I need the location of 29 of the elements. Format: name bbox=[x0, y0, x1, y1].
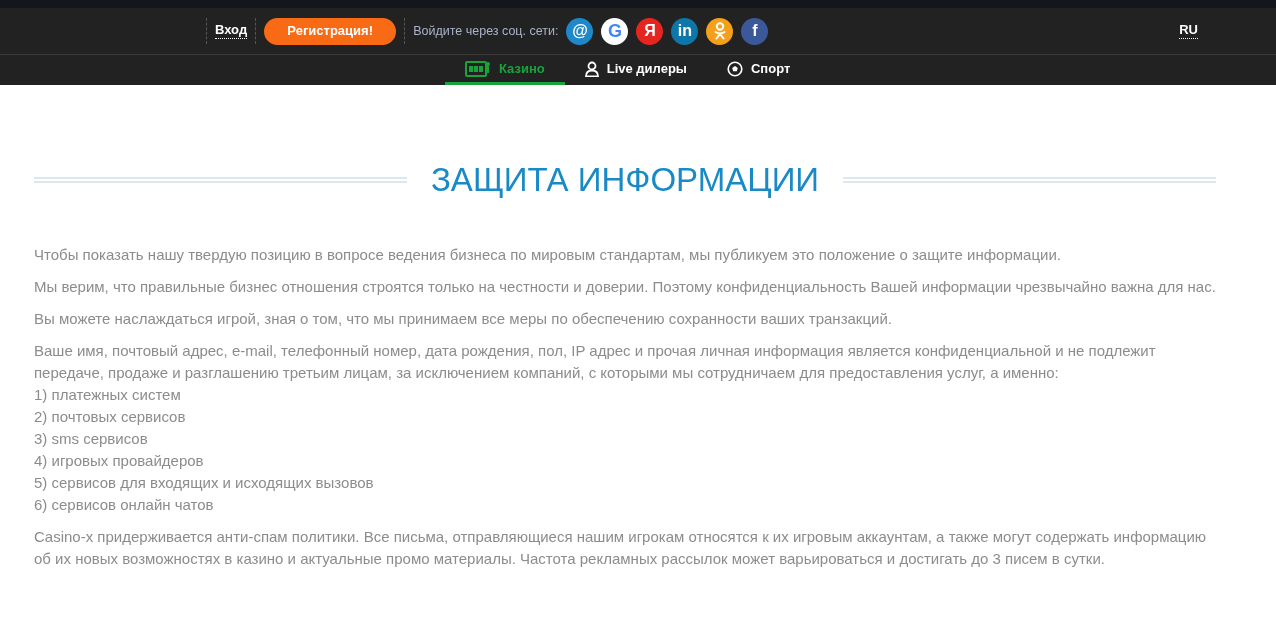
ball-icon bbox=[726, 60, 743, 77]
language-link[interactable]: RU bbox=[1179, 23, 1198, 39]
nav-tab[interactable]: Казино bbox=[445, 55, 565, 85]
social-login-button[interactable] bbox=[706, 17, 734, 45]
person-icon bbox=[713, 22, 726, 40]
social-login-button[interactable]: @ bbox=[566, 17, 594, 45]
paragraph: Casino-x придерживается анти-спам политики. Все письма, отправляющиеся нашим игрокам относятся к их игровым аккаунтам, а также могут содержать информацию об их новых возможностях в казино и актуальные промо материалы. Частота рекламных рассылок может варьироваться и достигать до 3 писем в сутки. bbox=[34, 527, 1208, 569]
slot-machine-icon bbox=[465, 60, 491, 77]
social-login-label: Войдите через соц. сети: bbox=[413, 22, 559, 40]
social-login-button[interactable]: f bbox=[741, 17, 769, 45]
person-icon bbox=[584, 60, 599, 77]
paragraph: Ваше имя, почтовый адрес, e-mail, телефонный номер, дата рождения, пол, IP адрес и прочая личная информация является конфиденциальной и не подлежит передаче, продаже и разглашению третьим лицам, за исключением компаний, с которыми мы сотрудничаем для предоставления услуг, а именно: bbox=[34, 341, 1157, 383]
login-link[interactable]: Вход bbox=[215, 23, 248, 39]
list-item: 3) sms сервисов bbox=[34, 429, 149, 449]
social-login-button[interactable]: Я bbox=[636, 17, 664, 45]
paragraph: Чтобы показать нашу твердую позицию в вопросе ведения бизнеса по мировым стандартам, мы публикуем это положение о защите информации. bbox=[34, 245, 1062, 265]
list-item: 2) почтовых сервисов bbox=[34, 407, 187, 427]
list-item: 4) игровых провайдеров bbox=[34, 451, 205, 471]
nav-tab[interactable]: Live дилеры bbox=[564, 55, 707, 85]
social-login-button[interactable]: G bbox=[601, 17, 629, 45]
list-item: 1) платежных систем bbox=[34, 385, 182, 405]
paragraph: Мы верим, что правильные бизнес отношения строятся только на честности и доверии. Поэтому конфиденциальность Вашей информации чрезвычайно важна для нас. bbox=[34, 277, 1216, 297]
social-login-button[interactable]: in bbox=[671, 17, 699, 45]
page-title: ЗАЩИТА ИНФОРМАЦИИ bbox=[430, 163, 820, 196]
list-item: 5) сервисов для входящих и исходящих вызовов bbox=[34, 473, 375, 493]
nav-tab[interactable]: Спорт bbox=[706, 55, 811, 85]
list-item: 6) сервисов онлайн чатов bbox=[34, 495, 215, 515]
paragraph: Вы можете наслаждаться игрой, зная о том, что мы принимаем все меры по обеспечению сохранности ваших транзакций. bbox=[34, 309, 893, 329]
register-button[interactable]: Регистрация! bbox=[264, 17, 397, 45]
